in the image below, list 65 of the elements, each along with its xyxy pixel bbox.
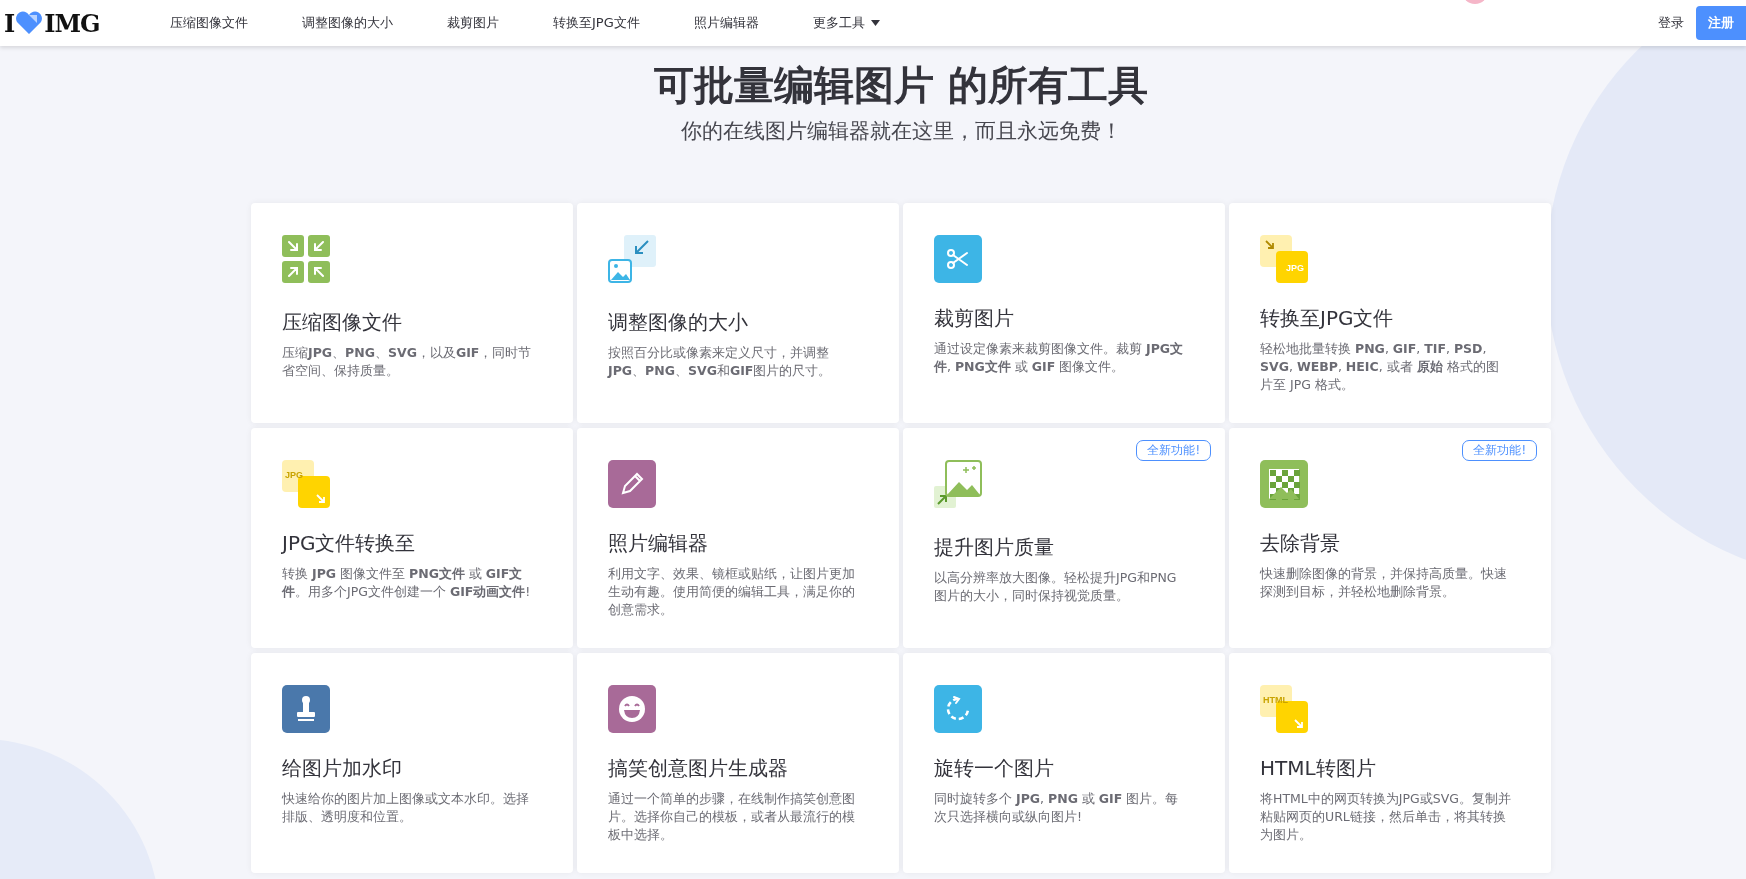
- format-label: HTML: [1263, 695, 1288, 705]
- tool-description: 利用文字、效果、镜框或贴纸，让图片更加生动有趣。使用简便的编辑工具，满足你的创意需求。: [608, 565, 856, 619]
- background-remove-icon: [1260, 460, 1308, 508]
- new-feature-tag: 全新功能!: [1462, 440, 1537, 461]
- tool-description: 轻松地批量转换 PNG, GIF, TIF, PSD, SVG, WEBP, HEIC, 或者 原始 格式的图片至 JPG 格式。: [1260, 340, 1500, 394]
- arrow-icon: [1294, 719, 1303, 728]
- nav-link[interactable]: 压缩图像文件: [170, 14, 248, 32]
- tool-title: HTML转图片: [1260, 755, 1377, 782]
- page-subtitle: 你的在线图片编辑器就在这里，而且永远免费！: [680, 118, 1122, 145]
- arrow-icon: [1265, 240, 1274, 249]
- tool-title: 裁剪图片: [934, 305, 1015, 332]
- tool-card[interactable]: 调整图像的大小 按照百分比或像素来定义尺寸，并调整JPG、PNG、SVG和GIF图片的尺寸。: [577, 203, 899, 423]
- login-link[interactable]: 登录: [1658, 14, 1684, 32]
- tool-card[interactable]: 搞笑创意图片生成器 通过一个简单的步骤，在线制作搞笑创意图片。选择你自己的模板，或者从最流行的模板中选择。: [577, 653, 899, 873]
- tool-description: 通过一个简单的步骤，在线制作搞笑创意图片。选择你自己的模板，或者从最流行的模板中选择。: [608, 790, 856, 844]
- nav-link[interactable]: 更多工具: [812, 14, 880, 32]
- stamp-icon: [282, 685, 330, 733]
- heart-logo-icon[interactable]: [14, 11, 45, 35]
- tool-title: 去除背景: [1260, 530, 1341, 557]
- tool-title: 提升图片质量: [934, 534, 1055, 561]
- tool-card[interactable]: 全新功能! 提升图片质量 以高分辨率放大图像。轻松提升JPG和PNG图片的大小，同时保持视觉质量。: [903, 428, 1225, 648]
- tool-title: 调整图像的大小: [608, 309, 749, 336]
- tool-description: 同时旋转多个 JPG, PNG 或 GIF 图片。每次只选择横向或纵向图片!: [934, 790, 1180, 826]
- nav-link[interactable]: 调整图像的大小: [302, 14, 393, 32]
- page-title: 可批量编辑图片 的所有工具: [654, 61, 1148, 110]
- tool-card[interactable]: 全新功能! 去除背景 快速删除图像的背景，并保持高质量。快速探测到目标，并轻松地删除背景。: [1229, 428, 1551, 648]
- tool-description: 压缩JPG、PNG、SVG，以及GIF，同时节省空间、保持质量。: [282, 344, 533, 380]
- compress-arrows-icon: [282, 235, 330, 283]
- nav-link[interactable]: 转换至JPG文件: [553, 14, 640, 32]
- tool-title: 旋转一个图片: [934, 755, 1055, 782]
- tool-title: 照片编辑器: [608, 530, 709, 557]
- format-label: JPG: [1286, 263, 1304, 273]
- tool-card[interactable]: HTML HTML转图片 将HTML中的网页转换为JPG或SVG。复制并粘贴网页的URL链接，然后单击，将其转换为图片。: [1229, 653, 1551, 873]
- image-upscale-icon: [934, 460, 982, 508]
- logo-letter[interactable]: I: [4, 8, 15, 38]
- rotate-icon: [934, 685, 982, 733]
- tool-description: 快速给你的图片加上图像或文本水印。选择排版、透明度和位置。: [282, 790, 530, 826]
- tool-description: 按照百分比或像素来定义尺寸，并调整JPG、PNG、SVG和GIF图片的尺寸。: [608, 344, 833, 380]
- tool-title: JPG文件转换至: [282, 530, 417, 557]
- tool-description: 将HTML中的网页转换为JPG或SVG。复制并粘贴网页的URL链接，然后单击，将其转换为图片。: [1260, 790, 1511, 844]
- image-resize-icon: [608, 235, 656, 283]
- format-label: JPG: [285, 470, 303, 480]
- tool-description: 转换 JPG 图像文件至 PNG文件 或 GIF文件。用多个JPG文件创建一个 GIF动画文件!: [282, 565, 532, 601]
- tool-card[interactable]: JPG JPG文件转换至 转换 JPG 图像文件至 PNG文件 或 GIF文件。用多个JPG文件创建一个 GIF动画文件!: [251, 428, 573, 648]
- nav-link[interactable]: 照片编辑器: [693, 14, 759, 32]
- tool-description: 通过设定像素来裁剪图像文件。裁剪 JPG文件, PNG文件 或 GIF 图像文件。: [934, 340, 1185, 376]
- scissors-icon: [934, 235, 982, 283]
- tool-card[interactable]: 照片编辑器 利用文字、效果、镜框或贴纸，让图片更加生动有趣。使用简便的编辑工具，满足你的创意需求。: [577, 428, 899, 648]
- arrow-icon: [316, 494, 325, 503]
- tool-title: 给图片加水印: [282, 755, 403, 782]
- tool-title: 压缩图像文件: [282, 309, 403, 336]
- logo-text[interactable]: IMG: [44, 8, 100, 38]
- tool-description: 以高分辨率放大图像。轻松提升JPG和PNG图片的大小，同时保持视觉质量。: [934, 569, 1178, 605]
- tool-title: 搞笑创意图片生成器: [608, 755, 789, 782]
- tool-card[interactable]: 给图片加水印 快速给你的图片加上图像或文本水印。选择排版、透明度和位置。: [251, 653, 573, 873]
- pencil-icon: [608, 460, 656, 508]
- tool-card[interactable]: 裁剪图片 通过设定像素来裁剪图像文件。裁剪 JPG文件, PNG文件 或 GIF 图像文件。: [903, 203, 1225, 423]
- tool-card[interactable]: JPG 转换至JPG文件 轻松地批量转换 PNG, GIF, TIF, PSD, SVG, WEBP, HEIC, 或者 原始 格式的图片至 JPG 格式。: [1229, 203, 1551, 423]
- laughing-face-icon: [608, 685, 656, 733]
- new-feature-tag: 全新功能!: [1136, 440, 1211, 461]
- tool-description: 快速删除图像的背景，并保持高质量。快速探测到目标，并轻松地删除背景。: [1260, 565, 1508, 601]
- tool-card[interactable]: 压缩图像文件 压缩JPG、PNG、SVG，以及GIF，同时节省空间、保持质量。: [251, 203, 573, 423]
- nav-link[interactable]: 裁剪图片: [447, 14, 499, 32]
- tool-title: 转换至JPG文件: [1260, 305, 1395, 332]
- tool-card[interactable]: 旋转一个图片 同时旋转多个 JPG, PNG 或 GIF 图片。每次只选择横向或纵向图片!: [903, 653, 1225, 873]
